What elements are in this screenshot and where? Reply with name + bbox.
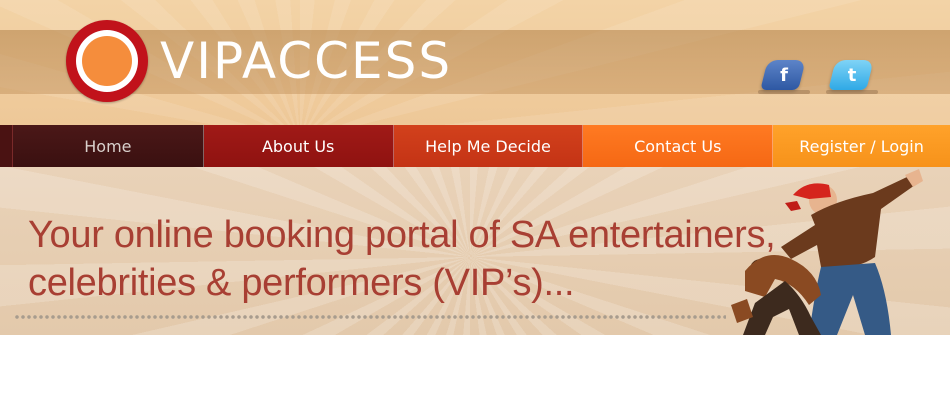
nav-item-about-us[interactable]: About Us [203,125,394,167]
logo-text[interactable]: VIPACCESS [160,32,452,90]
nav-item-register-login[interactable]: Register / Login [773,125,950,167]
hero-tagline-line1: Your online booking portal of SA enterta… [28,214,776,256]
twitter-button[interactable]: t [826,58,878,96]
main-nav: Home About Us Help Me Decide Contact Us … [0,125,950,167]
hero-banner: Your online booking portal of SA enterta… [0,167,950,335]
dancers-image [731,169,923,335]
nav-item-contact-us[interactable]: Contact Us [583,125,774,167]
facebook-glyph: f [780,65,788,86]
nav-lead-divider [0,125,13,167]
nav-item-help-me-decide[interactable]: Help Me Decide [393,125,584,167]
facebook-button[interactable]: f [758,58,810,96]
site-header: VIPACCESS f t [0,0,950,125]
hero-tagline: Your online booking portal of SA enterta… [28,211,776,307]
dotted-divider [14,314,726,320]
nav-item-home[interactable]: Home [12,125,204,167]
hero-tagline-line2: celebrities & performers (VIP’s)... [28,262,575,304]
twitter-glyph: t [847,65,857,86]
vipaccess-logo-icon[interactable] [66,20,148,102]
